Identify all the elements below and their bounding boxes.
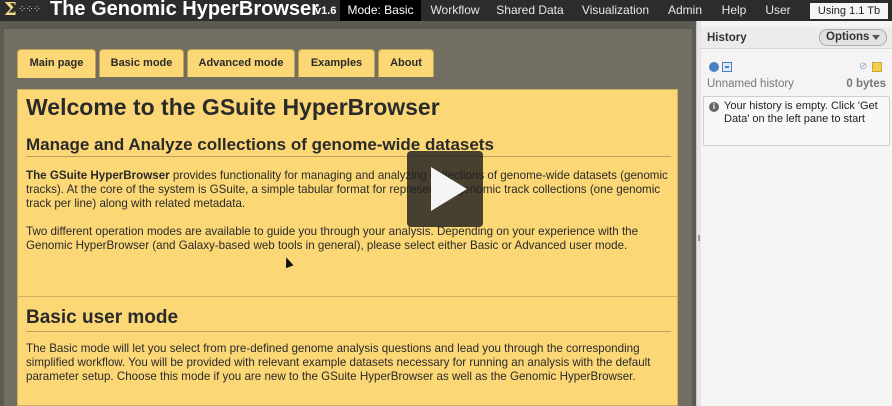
refresh-icon[interactable] bbox=[709, 62, 719, 72]
tag-icon[interactable]: ⊘ bbox=[859, 61, 869, 72]
logo-dots-icon[interactable]: ⁘⁘⁘ bbox=[18, 3, 44, 17]
nav-workflow[interactable]: Workflow bbox=[421, 0, 489, 21]
empty-history-message: i Your history is empty. Click 'Get Data… bbox=[703, 96, 890, 146]
tab-main-page[interactable]: Main page bbox=[17, 49, 96, 78]
tab-advanced-mode[interactable]: Advanced mode bbox=[187, 49, 295, 77]
nav-help[interactable]: Help bbox=[710, 0, 758, 21]
logo-sigma-icon[interactable]: Σ bbox=[4, 0, 18, 20]
history-title: History bbox=[707, 32, 747, 44]
history-pane: History Options ⊘ Unnamed history 0 byte… bbox=[701, 21, 892, 406]
collapse-icon[interactable] bbox=[722, 62, 732, 72]
tab-basic-mode[interactable]: Basic mode bbox=[99, 49, 184, 77]
history-options-button[interactable]: Options bbox=[819, 29, 887, 46]
nav-shared-data[interactable]: Shared Data bbox=[489, 0, 571, 21]
welcome-panel: Welcome to the GSuite HyperBrowser Manag… bbox=[17, 89, 678, 303]
nav-mode-basic[interactable]: Mode: Basic bbox=[340, 0, 421, 21]
tab-examples[interactable]: Examples bbox=[298, 49, 375, 77]
brand-version: v1.6 bbox=[315, 5, 337, 17]
nav-visualization[interactable]: Visualization bbox=[571, 0, 660, 21]
nav-admin[interactable]: Admin bbox=[660, 0, 710, 21]
intro-bold: The GSuite HyperBrowser bbox=[26, 169, 170, 182]
modes-paragraph: Two different operation modes are availa… bbox=[26, 225, 639, 252]
nav-user[interactable]: User bbox=[758, 0, 798, 21]
intro-paragraph: The GSuite HyperBrowser provides functio… bbox=[26, 169, 672, 211]
annotation-icon[interactable] bbox=[872, 62, 882, 72]
caret-down-icon bbox=[872, 35, 880, 40]
basic-mode-title: Basic user mode bbox=[26, 307, 179, 328]
video-play-button[interactable] bbox=[407, 151, 483, 227]
welcome-title: Welcome to the GSuite HyperBrowser bbox=[26, 94, 440, 120]
tab-about[interactable]: About bbox=[378, 49, 434, 77]
center-panel: Main page Basic mode Advanced mode Examp… bbox=[0, 21, 696, 406]
empty-history-text: Your history is empty. Click 'Get Data' … bbox=[724, 100, 878, 125]
history-size: 0 bytes bbox=[846, 78, 886, 90]
basic-mode-panel: Basic user mode The Basic mode will let … bbox=[17, 296, 678, 406]
divider-grip-icon[interactable] bbox=[698, 235, 700, 241]
basic-mode-paragraph: The Basic mode will let you select from … bbox=[26, 342, 651, 383]
history-name[interactable]: Unnamed history bbox=[707, 77, 794, 91]
history-header: History Options bbox=[701, 27, 892, 49]
basic-title-rule bbox=[26, 331, 671, 332]
options-label: Options bbox=[826, 31, 870, 43]
play-icon bbox=[431, 167, 467, 211]
info-icon: i bbox=[709, 102, 719, 112]
subtitle-rule bbox=[26, 156, 671, 157]
masthead: Σ ⁘⁘⁘ The Genomic HyperBrowser v1.6 Mode… bbox=[0, 0, 892, 21]
brand-title[interactable]: The Genomic HyperBrowser bbox=[50, 0, 319, 20]
disk-usage-badge: Using 1.1 Tb bbox=[810, 3, 888, 19]
